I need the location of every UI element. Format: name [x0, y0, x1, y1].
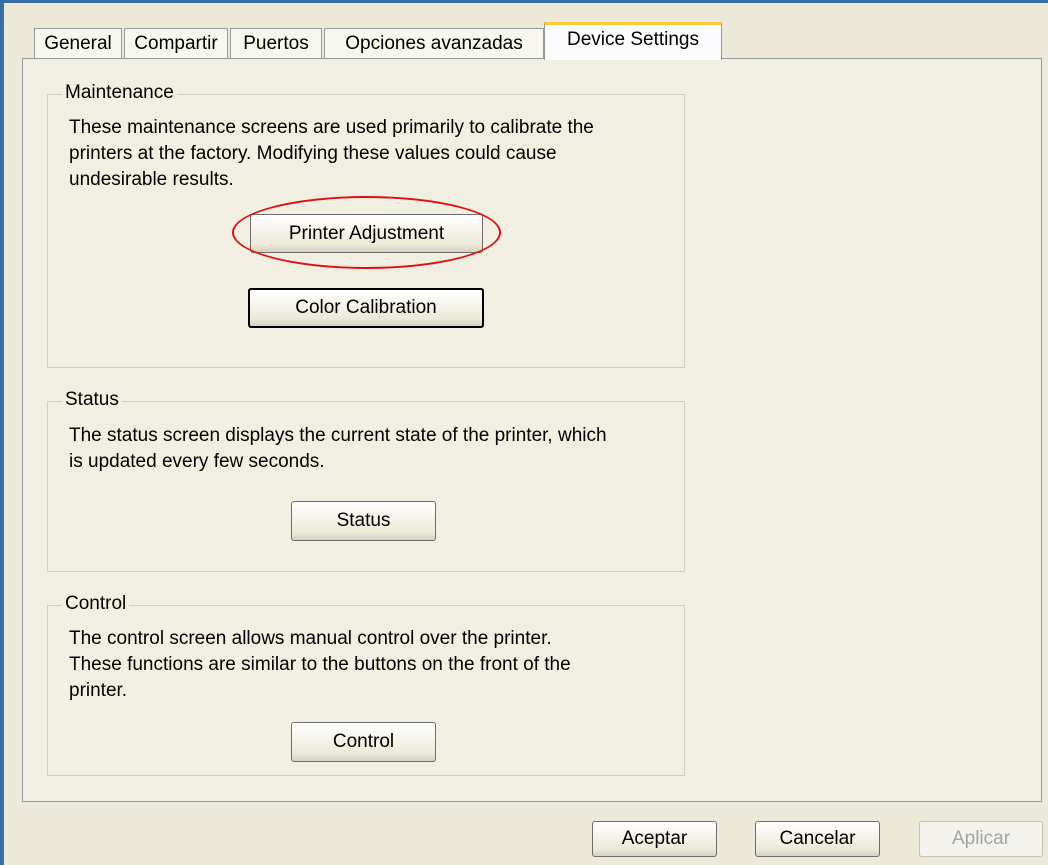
status-group-title: Status — [62, 389, 122, 411]
tab-device-settings[interactable]: Device Settings — [544, 22, 722, 60]
tab-opciones-avanzadas[interactable]: Opciones avanzadas — [324, 28, 544, 58]
color-calibration-button[interactable]: Color Calibration — [248, 288, 484, 328]
status-description-line: The status screen displays the current s… — [69, 425, 607, 446]
accept-button[interactable]: Aceptar — [592, 821, 717, 857]
control-group-title: Control — [62, 593, 130, 615]
control-description-line: The control screen allows manual control… — [69, 628, 552, 649]
status-button[interactable]: Status — [291, 501, 436, 541]
status-description: The status screen displays the current s… — [69, 423, 669, 475]
maintenance-description-line: undesirable results. — [69, 169, 234, 190]
control-description-line: printer. — [69, 680, 128, 701]
control-description: The control screen allows manual control… — [69, 626, 669, 704]
status-description-line: is updated every few seconds. — [69, 451, 325, 472]
printer-adjustment-button[interactable]: Printer Adjustment — [250, 214, 483, 253]
tab-compartir[interactable]: Compartir — [124, 28, 228, 58]
status-group: Status The status screen displays the cu… — [47, 389, 685, 572]
cancel-button[interactable]: Cancelar — [755, 821, 880, 857]
maintenance-description: These maintenance screens are used prima… — [69, 115, 669, 193]
tab-puertos[interactable]: Puertos — [230, 28, 322, 58]
maintenance-description-line: printers at the factory. Modifying these… — [69, 143, 557, 164]
maintenance-group-title: Maintenance — [62, 82, 177, 104]
window-left-border — [0, 0, 4, 865]
window-top-border — [0, 0, 1048, 3]
maintenance-description-line: These maintenance screens are used prima… — [69, 117, 594, 138]
control-description-line: These functions are similar to the butto… — [69, 654, 571, 675]
tab-general[interactable]: General — [34, 28, 122, 58]
apply-button[interactable]: Aplicar — [919, 821, 1043, 857]
control-button[interactable]: Control — [291, 722, 436, 762]
